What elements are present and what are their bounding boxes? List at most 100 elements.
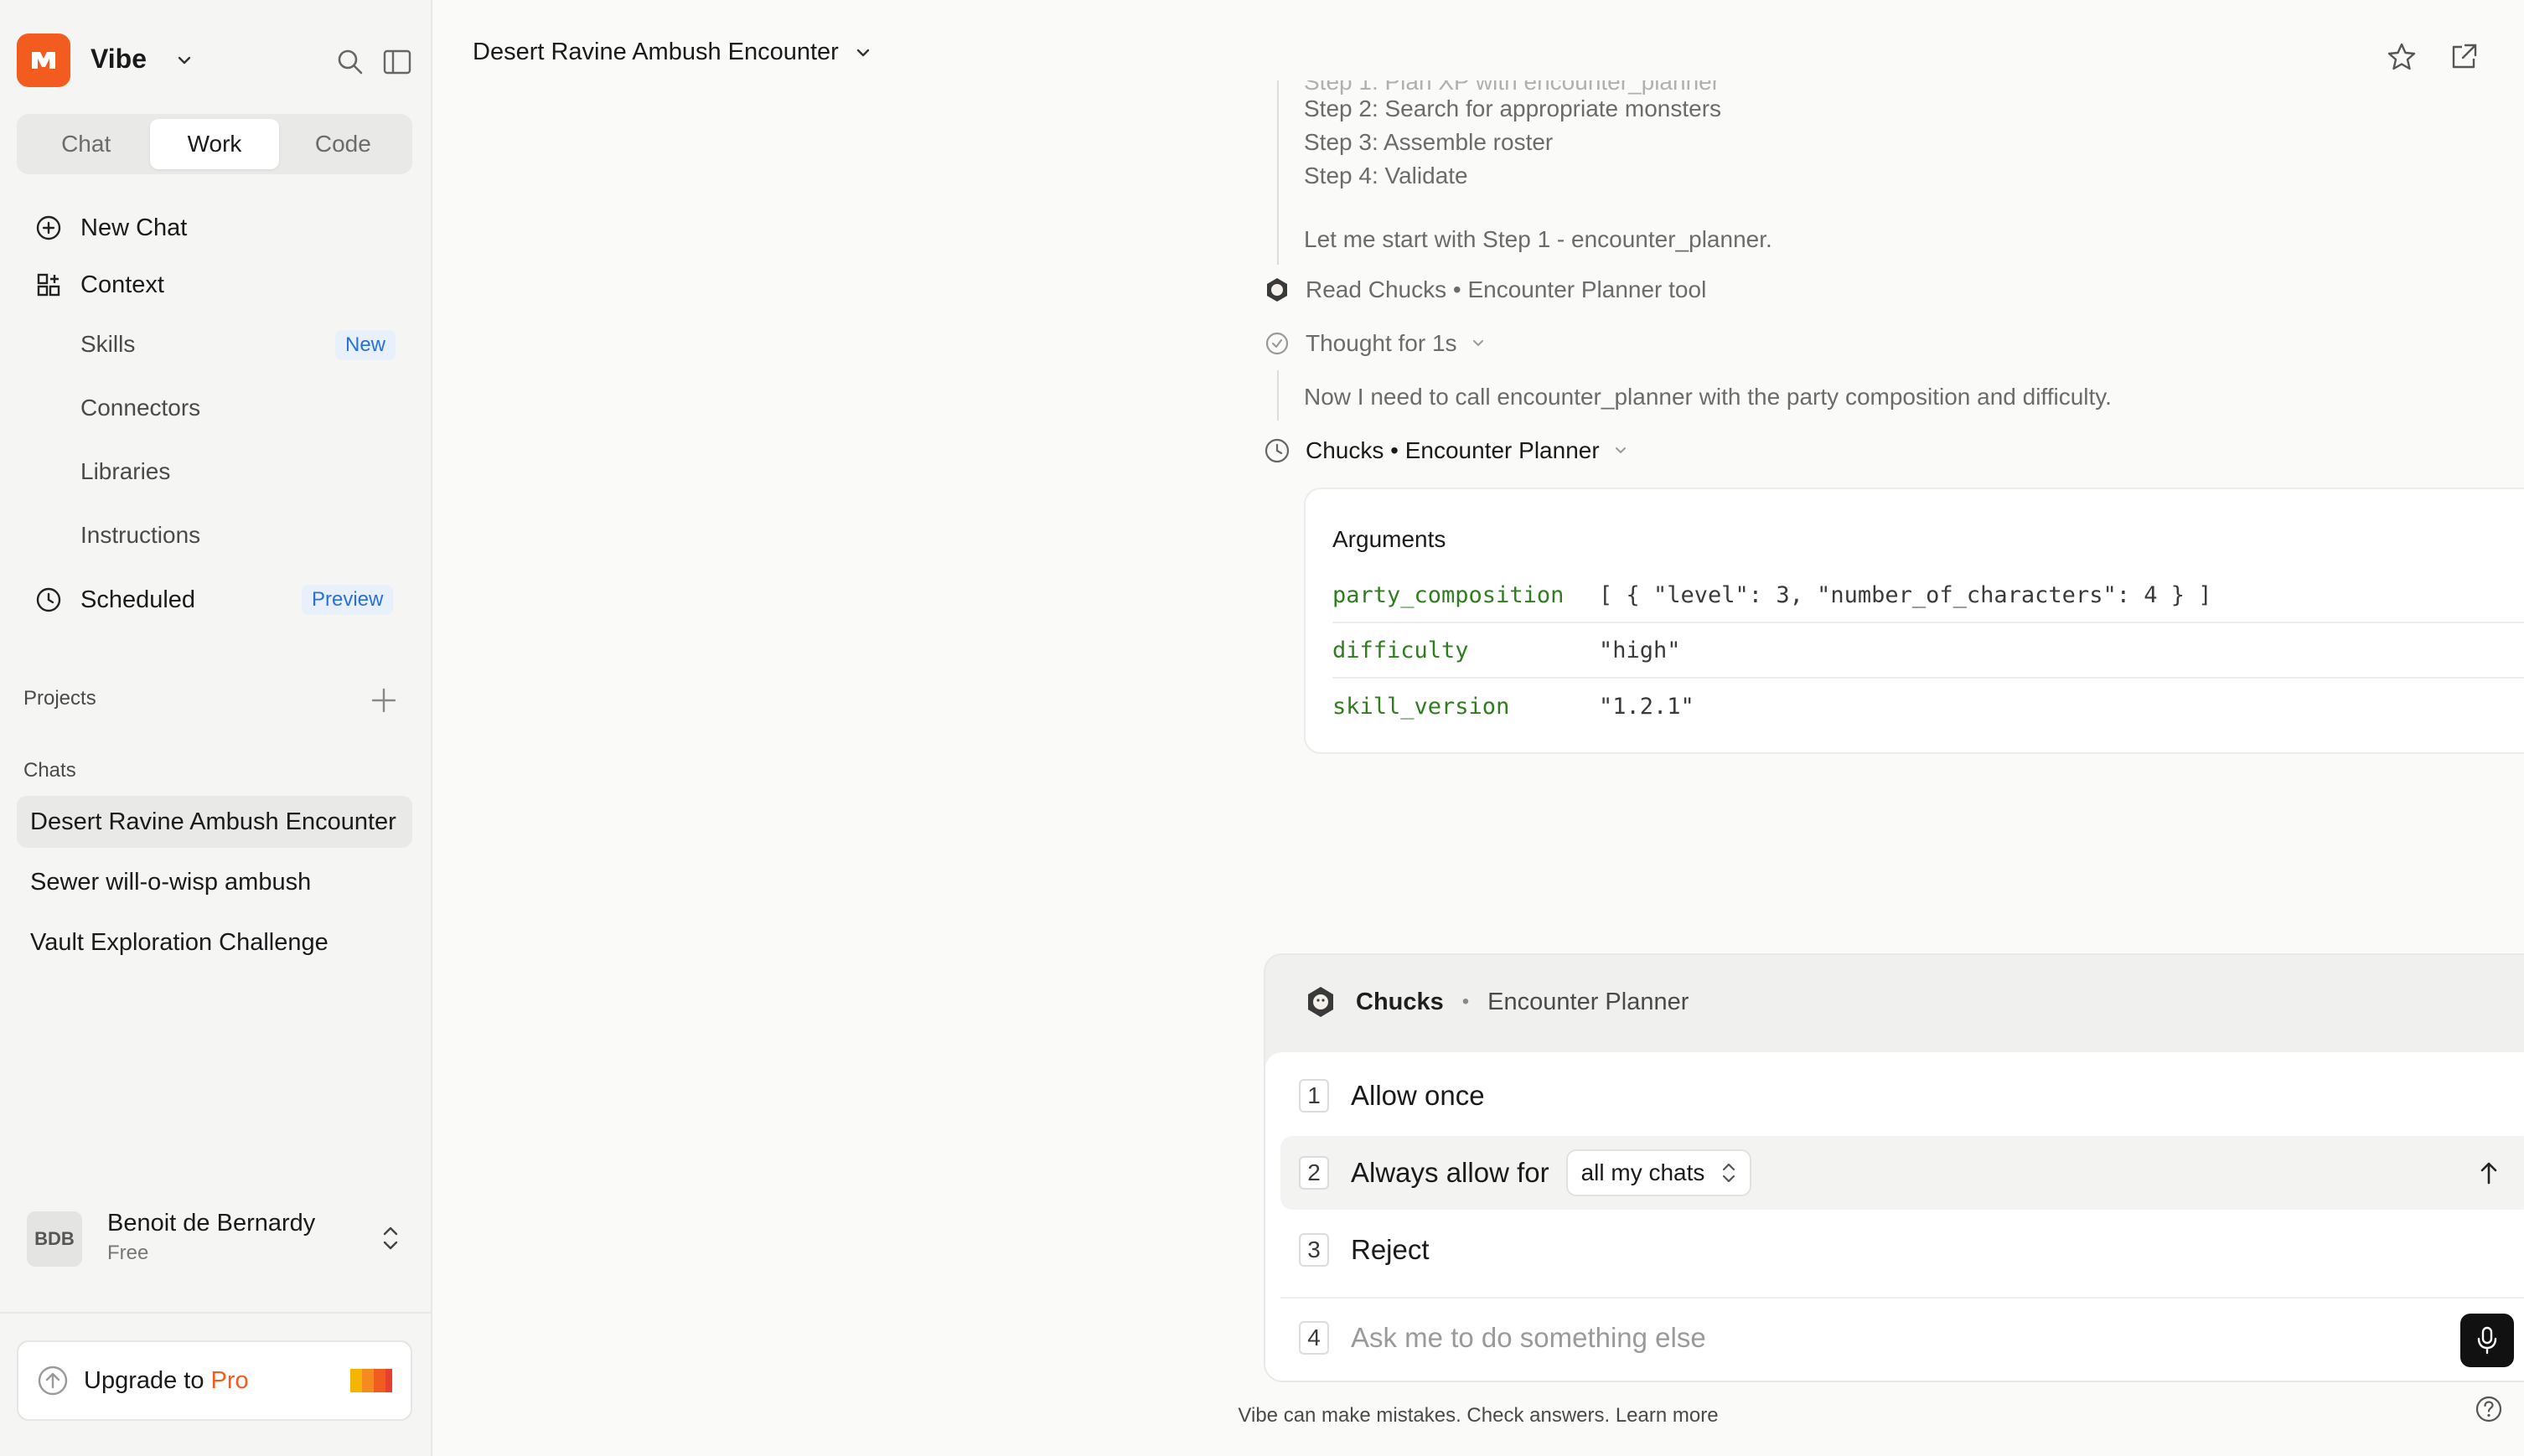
chucks-avatar-icon xyxy=(1304,985,1337,1019)
chat-item[interactable]: Sewer will-o-wisp ambush xyxy=(17,856,412,908)
thread-rule xyxy=(1277,80,1279,265)
mode-tabs: Chat Work Code xyxy=(17,114,412,174)
option-label: Always allow for xyxy=(1351,1157,1549,1188)
sidebar-item-instructions[interactable]: Instructions xyxy=(80,514,200,556)
sidebar-toggle-icon[interactable] xyxy=(380,45,414,79)
ask-input[interactable] xyxy=(1351,1322,2407,1354)
sidebar-item-label: Connectors xyxy=(80,395,201,421)
clock-icon xyxy=(1264,437,1290,464)
arguments-heading: Arguments xyxy=(1332,526,1446,552)
option-number: 4 xyxy=(1299,1321,1329,1355)
user-plan: Free xyxy=(107,1242,149,1264)
user-name[interactable]: Benoit de Bernardy xyxy=(107,1210,315,1237)
permission-header: Chucks • Encounter Planner xyxy=(1304,985,1689,1019)
scope-value: all my chats xyxy=(1580,1159,1705,1185)
chats-heading: Chats xyxy=(23,759,76,782)
upgrade-prefix: Upgrade to xyxy=(84,1366,211,1394)
thread-rule xyxy=(1277,370,1279,421)
sidebar-item-connectors[interactable]: Connectors xyxy=(80,387,200,429)
scope-select[interactable]: all my chats xyxy=(1565,1149,1752,1196)
step-text: Step 2: Search for appropriate monsters xyxy=(1304,96,1722,121)
account-menu-chevrons-icon[interactable] xyxy=(375,1220,406,1257)
help-icon[interactable] xyxy=(2472,1392,2506,1426)
conversation-title-button[interactable]: Desert Ravine Ambush Encounter xyxy=(473,39,872,66)
read-tool-step[interactable]: Read Chucks • Encounter Planner tool xyxy=(1264,276,1706,303)
step-text: Step 1: Plan XP with encounter_planner xyxy=(1304,80,1720,95)
thought-label: Thought for 1s xyxy=(1306,330,1457,356)
new-badge: New xyxy=(335,330,396,360)
upgrade-button[interactable]: Upgrade to Pro xyxy=(17,1340,412,1421)
share-icon[interactable] xyxy=(2444,37,2484,77)
avatar[interactable]: BDB xyxy=(27,1211,82,1267)
argument-key: difficulty xyxy=(1332,637,1469,663)
arguments-card: Arguments party_composition [ { "level":… xyxy=(1304,488,2524,754)
step-text: Step 3: Assemble roster xyxy=(1304,129,1554,155)
context-label: Context xyxy=(80,271,164,298)
option-number: 2 xyxy=(1299,1156,1329,1190)
disclaimer-text: Vibe can make mistakes. Check answers. L… xyxy=(1238,1404,1719,1427)
chevron-down-icon[interactable] xyxy=(173,49,196,72)
app-name[interactable]: Vibe xyxy=(91,44,147,75)
tool-call-step[interactable]: Chucks • Encounter Planner xyxy=(1264,437,1628,464)
chat-title: Desert Ravine Ambush Encounter xyxy=(30,808,396,835)
tab-chat[interactable]: Chat xyxy=(22,119,150,169)
microphone-button[interactable] xyxy=(2460,1314,2514,1367)
option-label: Reject xyxy=(1351,1234,1430,1265)
tab-code[interactable]: Code xyxy=(279,119,407,169)
sidebar-item-label: Libraries xyxy=(80,458,171,484)
sidebar-item-libraries[interactable]: Libraries xyxy=(80,451,170,493)
context-nav-item[interactable]: Context xyxy=(34,260,164,310)
chat-item[interactable]: Desert Ravine Ambush Encounter xyxy=(17,796,412,848)
separator-dot: • xyxy=(1461,990,1470,1013)
page-title: Desert Ravine Ambush Encounter xyxy=(473,39,839,65)
chat-title: Vault Exploration Challenge xyxy=(30,928,328,956)
scheduled-nav-item[interactable]: Scheduled xyxy=(34,575,195,625)
sidebar-item-label: Skills xyxy=(80,331,136,357)
option-label: Allow once xyxy=(1351,1080,1485,1111)
thought-step[interactable]: Thought for 1s xyxy=(1264,330,1486,357)
clock-icon xyxy=(34,585,64,615)
main-panel: Desert Ravine Ambush Encounter Step 1: P… xyxy=(432,0,2524,1456)
new-chat-label: New Chat xyxy=(80,214,188,241)
reject-option[interactable]: 3 Reject xyxy=(1280,1213,2524,1287)
option-number: 3 xyxy=(1299,1233,1329,1267)
search-icon[interactable] xyxy=(334,45,367,79)
upgrade-arrow-icon xyxy=(37,1365,69,1397)
chat-title: Sewer will-o-wisp ambush xyxy=(30,868,312,896)
logo-mark-icon xyxy=(32,52,55,69)
permission-prompt: Chucks • Encounter Planner 1 Allow once … xyxy=(1264,953,2524,1382)
app-logo[interactable] xyxy=(17,34,70,87)
read-tool-label: Read Chucks • Encounter Planner tool xyxy=(1306,276,1707,302)
tool-call-label: Chucks • Encounter Planner xyxy=(1306,437,1600,463)
sidebar: Vibe Chat Work Code New Chat Context Ski… xyxy=(0,0,432,1456)
argument-value: "high" xyxy=(1599,637,1681,663)
always-allow-option[interactable]: 2 Always allow for all my chats xyxy=(1280,1136,2524,1210)
argument-row: difficulty "high" xyxy=(1332,623,2524,679)
argument-value: "1.2.1" xyxy=(1599,693,1694,720)
allow-once-option[interactable]: 1 Allow once xyxy=(1280,1059,2524,1133)
argument-value: [ { "level": 3, "number_of_characters": … xyxy=(1599,581,2212,608)
step-text: Step 4: Validate xyxy=(1304,163,1468,188)
tab-work[interactable]: Work xyxy=(150,119,279,169)
chucks-avatar-icon xyxy=(1264,276,1290,303)
chat-item[interactable]: Vault Exploration Challenge xyxy=(17,916,412,968)
permission-options: 1 Allow once 2 Always allow for all my c… xyxy=(1265,1052,2524,1381)
upgrade-plan: Pro xyxy=(210,1366,249,1394)
sidebar-item-label: Instructions xyxy=(80,522,201,548)
plus-circle-icon xyxy=(34,213,64,243)
option-number: 1 xyxy=(1299,1079,1329,1113)
new-chat-button[interactable]: New Chat xyxy=(34,203,187,253)
chevron-down-icon xyxy=(1471,336,1486,351)
star-icon[interactable] xyxy=(2382,37,2422,77)
argument-row: party_composition [ { "level": 3, "numbe… xyxy=(1332,568,2524,623)
argument-key: party_composition xyxy=(1332,581,1565,608)
check-circle-icon xyxy=(1264,330,1290,357)
add-project-icon[interactable] xyxy=(367,684,401,717)
microphone-icon xyxy=(2477,1326,2497,1355)
submit-arrow-icon[interactable] xyxy=(2477,1159,2501,1186)
divider xyxy=(0,1312,432,1314)
ask-else-row[interactable]: 4 xyxy=(1280,1297,2524,1377)
agent-name: Chucks xyxy=(1356,988,1444,1015)
tool-name: Encounter Planner xyxy=(1487,988,1689,1015)
pro-stripes-icon xyxy=(350,1367,392,1394)
